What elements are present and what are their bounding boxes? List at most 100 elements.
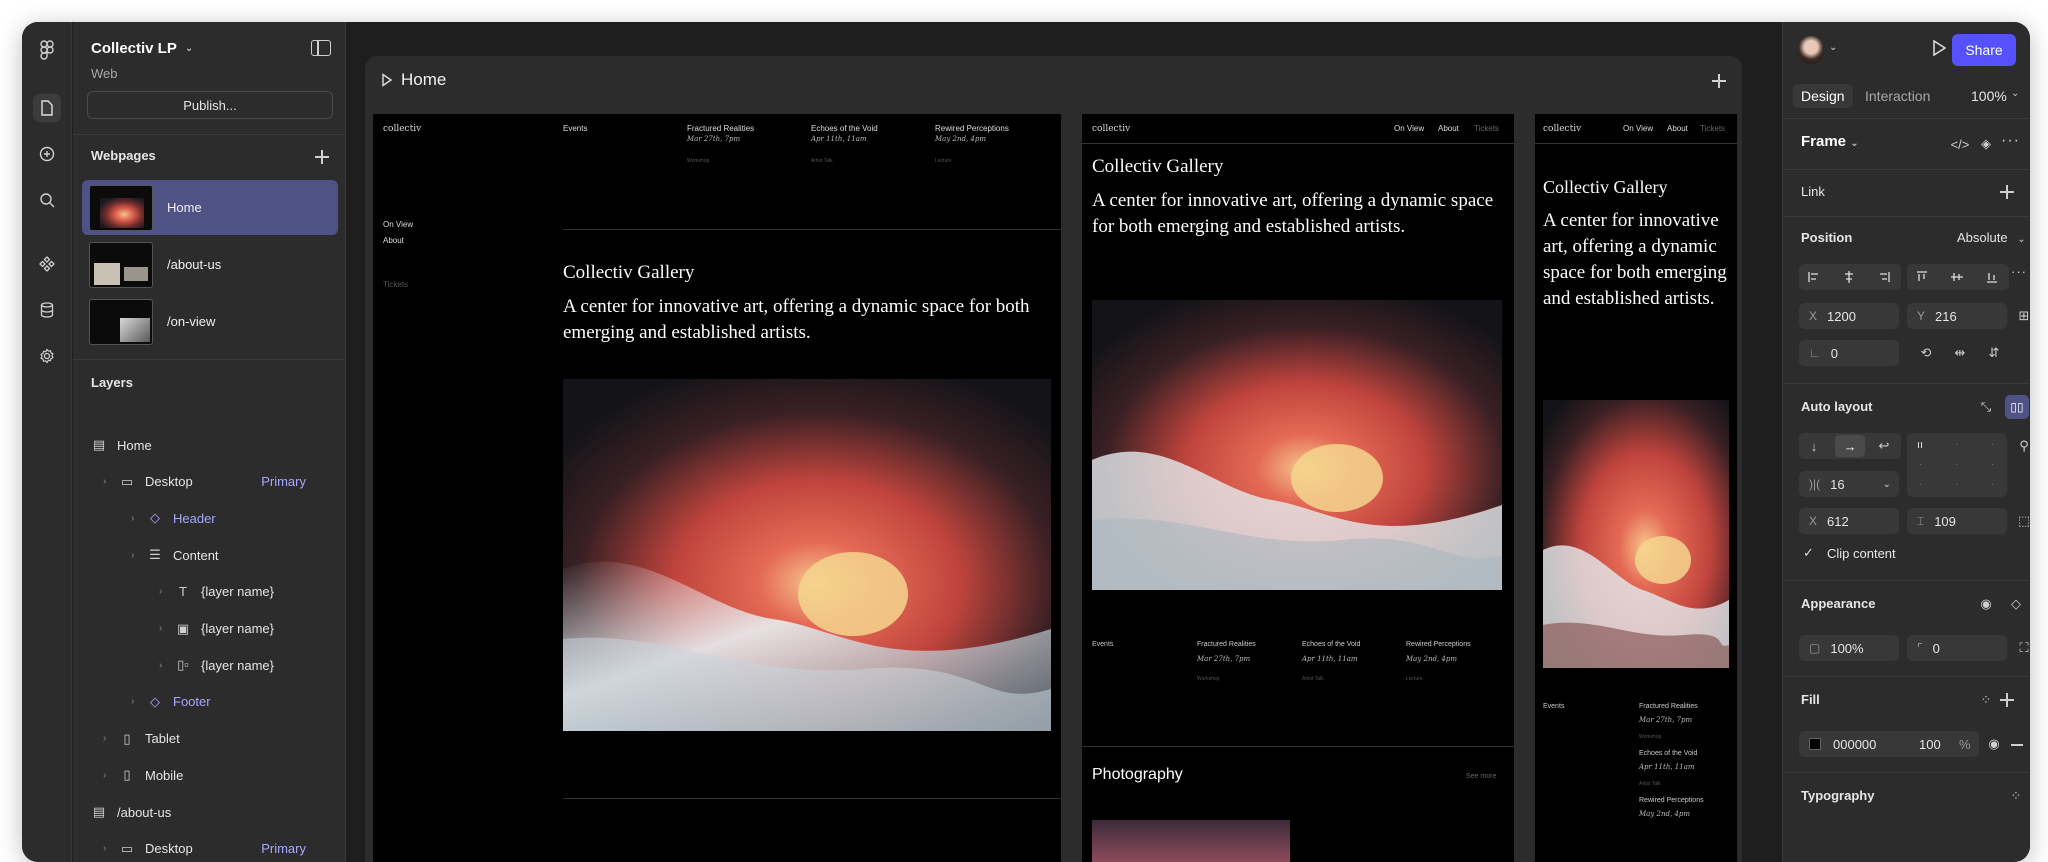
eye-icon[interactable]: ◉ xyxy=(1983,733,2005,755)
tab-interaction[interactable]: Interaction xyxy=(1865,88,1930,104)
styles-grid-icon[interactable]: ⁘ xyxy=(1975,689,1997,711)
layer-item[interactable]: › T {layer name} xyxy=(159,582,328,602)
y-position-field[interactable]: Y 216 xyxy=(1907,303,2007,329)
tab-design[interactable]: Design xyxy=(1793,84,1853,108)
settings-gear-icon[interactable] xyxy=(33,342,61,370)
collapse-icon[interactable]: ⤡ xyxy=(1975,396,1997,418)
fill-swatch xyxy=(1809,738,1821,750)
layer-item[interactable]: ▤ /about-us xyxy=(91,802,328,822)
align-top-icon[interactable] xyxy=(1911,266,1933,288)
chevron-right-icon[interactable]: › xyxy=(159,623,169,634)
chevron-right-icon[interactable]: › xyxy=(131,550,141,561)
share-button[interactable]: Share xyxy=(1952,34,2016,66)
layer-item[interactable]: › ◇ Header xyxy=(131,508,328,528)
constraints-icon[interactable]: ⊞ xyxy=(2013,305,2030,327)
layer-item[interactable]: › ☰ Content xyxy=(131,545,328,565)
rotate-icon[interactable]: ⟲ xyxy=(1915,342,1937,364)
padding-y-field[interactable]: ⌶ 109 xyxy=(1907,508,2007,534)
tablet-preview[interactable]: collectiv On View About Tickets Collecti… xyxy=(1082,114,1514,862)
component-icon[interactable]: ◈ xyxy=(1975,133,1997,155)
insert-icon[interactable] xyxy=(33,140,61,168)
padding-x-field[interactable]: X 612 xyxy=(1799,508,1899,534)
align-middle-icon[interactable] xyxy=(1946,266,1968,288)
page-item-home[interactable]: Home xyxy=(82,180,338,235)
remove-fill-icon[interactable] xyxy=(2011,744,2023,746)
more-options-icon[interactable]: ··· xyxy=(2001,132,2020,150)
desktop-preview[interactable]: collectiv Events Fractured Realities Mar… xyxy=(373,114,1061,862)
mobile-preview[interactable]: collectiv On View About Tickets Collecti… xyxy=(1535,114,1737,862)
direction-vertical-icon[interactable]: ↓ xyxy=(1803,435,1825,457)
add-breakpoint-icon[interactable] xyxy=(1712,74,1726,88)
frame-type-selector[interactable]: Frame ⌄ xyxy=(1801,133,1859,150)
x-position-field[interactable]: X 1200 xyxy=(1799,303,1899,329)
align-center-h-icon[interactable] xyxy=(1838,266,1860,288)
present-play-icon[interactable] xyxy=(1931,39,1947,60)
corner-radius-field[interactable]: ⌜ 0 xyxy=(1907,635,2007,661)
page-label: Home xyxy=(167,200,202,215)
blend-drop-icon[interactable]: ◇ xyxy=(2005,593,2027,615)
canvas[interactable]: Home collectiv Events Fractured Realitie… xyxy=(347,22,1781,862)
alignment-grid[interactable]: ıı · · · · · · · · xyxy=(1907,433,2007,497)
stack-icon: ☰ xyxy=(149,547,161,563)
app-window: Collectiv LP ⌄ Web Publish... Webpages H… xyxy=(22,22,2030,862)
layer-item[interactable]: › ▭ Desktop Primary xyxy=(103,839,328,859)
event-title: Rewired Perceptions xyxy=(935,124,1009,133)
layer-item[interactable]: ▤ Home xyxy=(91,435,328,455)
search-icon[interactable] xyxy=(33,186,61,214)
home-frame[interactable]: Home collectiv Events Fractured Realitie… xyxy=(365,56,1742,862)
chevron-down-icon[interactable]: ⌄ xyxy=(2011,88,2019,99)
layer-item[interactable]: › ▯ Tablet xyxy=(103,729,328,749)
pages-icon[interactable] xyxy=(33,94,61,122)
individual-corners-icon[interactable]: ⛶ xyxy=(2013,637,2030,659)
align-bottom-icon[interactable] xyxy=(1981,266,2003,288)
gap-field[interactable]: )|(16 ⌄ xyxy=(1799,471,1899,497)
cms-database-icon[interactable] xyxy=(33,296,61,324)
frame-title[interactable]: Home xyxy=(381,70,446,90)
fill-color-field[interactable]: 000000 100 % xyxy=(1799,731,1979,757)
styles-grid-icon[interactable]: ⁘ xyxy=(2005,785,2027,807)
align-right-icon[interactable] xyxy=(1873,266,1895,288)
components-icon[interactable] xyxy=(33,250,61,278)
page-item-on-view[interactable]: /on-view xyxy=(82,294,338,349)
layer-item[interactable]: › ▣ {layer name} xyxy=(159,619,328,639)
flip-vertical-icon[interactable]: ⇵ xyxy=(1983,342,2005,364)
chevron-right-icon[interactable]: › xyxy=(131,513,141,524)
zoom-level[interactable]: 100% xyxy=(1971,88,2007,104)
play-icon[interactable] xyxy=(381,73,393,87)
chevron-right-icon[interactable]: › xyxy=(159,660,169,671)
chevron-right-icon[interactable]: › xyxy=(103,733,113,744)
layer-item[interactable]: › ◇ Footer xyxy=(131,692,328,712)
add-page-icon[interactable] xyxy=(315,150,329,164)
avatar[interactable] xyxy=(1797,36,1825,64)
add-fill-icon[interactable] xyxy=(2000,693,2014,707)
clip-content-checkbox[interactable]: ✓ xyxy=(1803,545,1814,561)
add-link-icon[interactable] xyxy=(2000,185,2014,199)
opacity-field[interactable]: ▢ 100% xyxy=(1799,635,1899,661)
independent-padding-icon[interactable]: ⬚ xyxy=(2013,510,2030,532)
chevron-right-icon[interactable]: › xyxy=(131,696,141,707)
chevron-right-icon[interactable]: › xyxy=(103,843,113,854)
publish-button[interactable]: Publish... xyxy=(87,91,333,119)
rotation-field[interactable]: ∟ 0 xyxy=(1799,340,1899,366)
chevron-right-icon[interactable]: › xyxy=(103,476,113,487)
eye-icon[interactable]: ◉ xyxy=(1975,593,1997,615)
layer-item[interactable]: › ▯▫ {layer name} xyxy=(159,655,328,675)
position-type-select[interactable]: Absolute ⌄ xyxy=(1957,230,2026,245)
wrap-icon[interactable]: ↩ xyxy=(1873,435,1895,457)
chevron-down-icon[interactable]: ⌄ xyxy=(1829,42,1837,53)
flip-horizontal-icon[interactable]: ⇹ xyxy=(1949,342,1971,364)
chevron-right-icon[interactable]: › xyxy=(103,770,113,781)
figma-logo-icon[interactable] xyxy=(33,36,61,64)
layer-item[interactable]: › ▯ Mobile xyxy=(103,765,328,785)
layer-item[interactable]: › ▭ Desktop Primary xyxy=(103,472,328,492)
more-options-icon[interactable]: ··· xyxy=(2011,264,2027,279)
chevron-right-icon[interactable]: › xyxy=(159,586,169,597)
auto-layout-toggle-icon[interactable]: ▯▯ xyxy=(2005,395,2029,419)
code-icon[interactable]: </> xyxy=(1949,133,1971,155)
align-left-icon[interactable] xyxy=(1803,266,1825,288)
direction-horizontal-icon[interactable]: → xyxy=(1835,435,1865,457)
page-item-about-us[interactable]: /about-us xyxy=(82,237,338,292)
layout-settings-icon[interactable]: ⚲ xyxy=(2013,435,2030,457)
project-switcher[interactable]: Collectiv LP ⌄ xyxy=(91,40,193,57)
sidebar-toggle-icon[interactable] xyxy=(311,40,331,56)
